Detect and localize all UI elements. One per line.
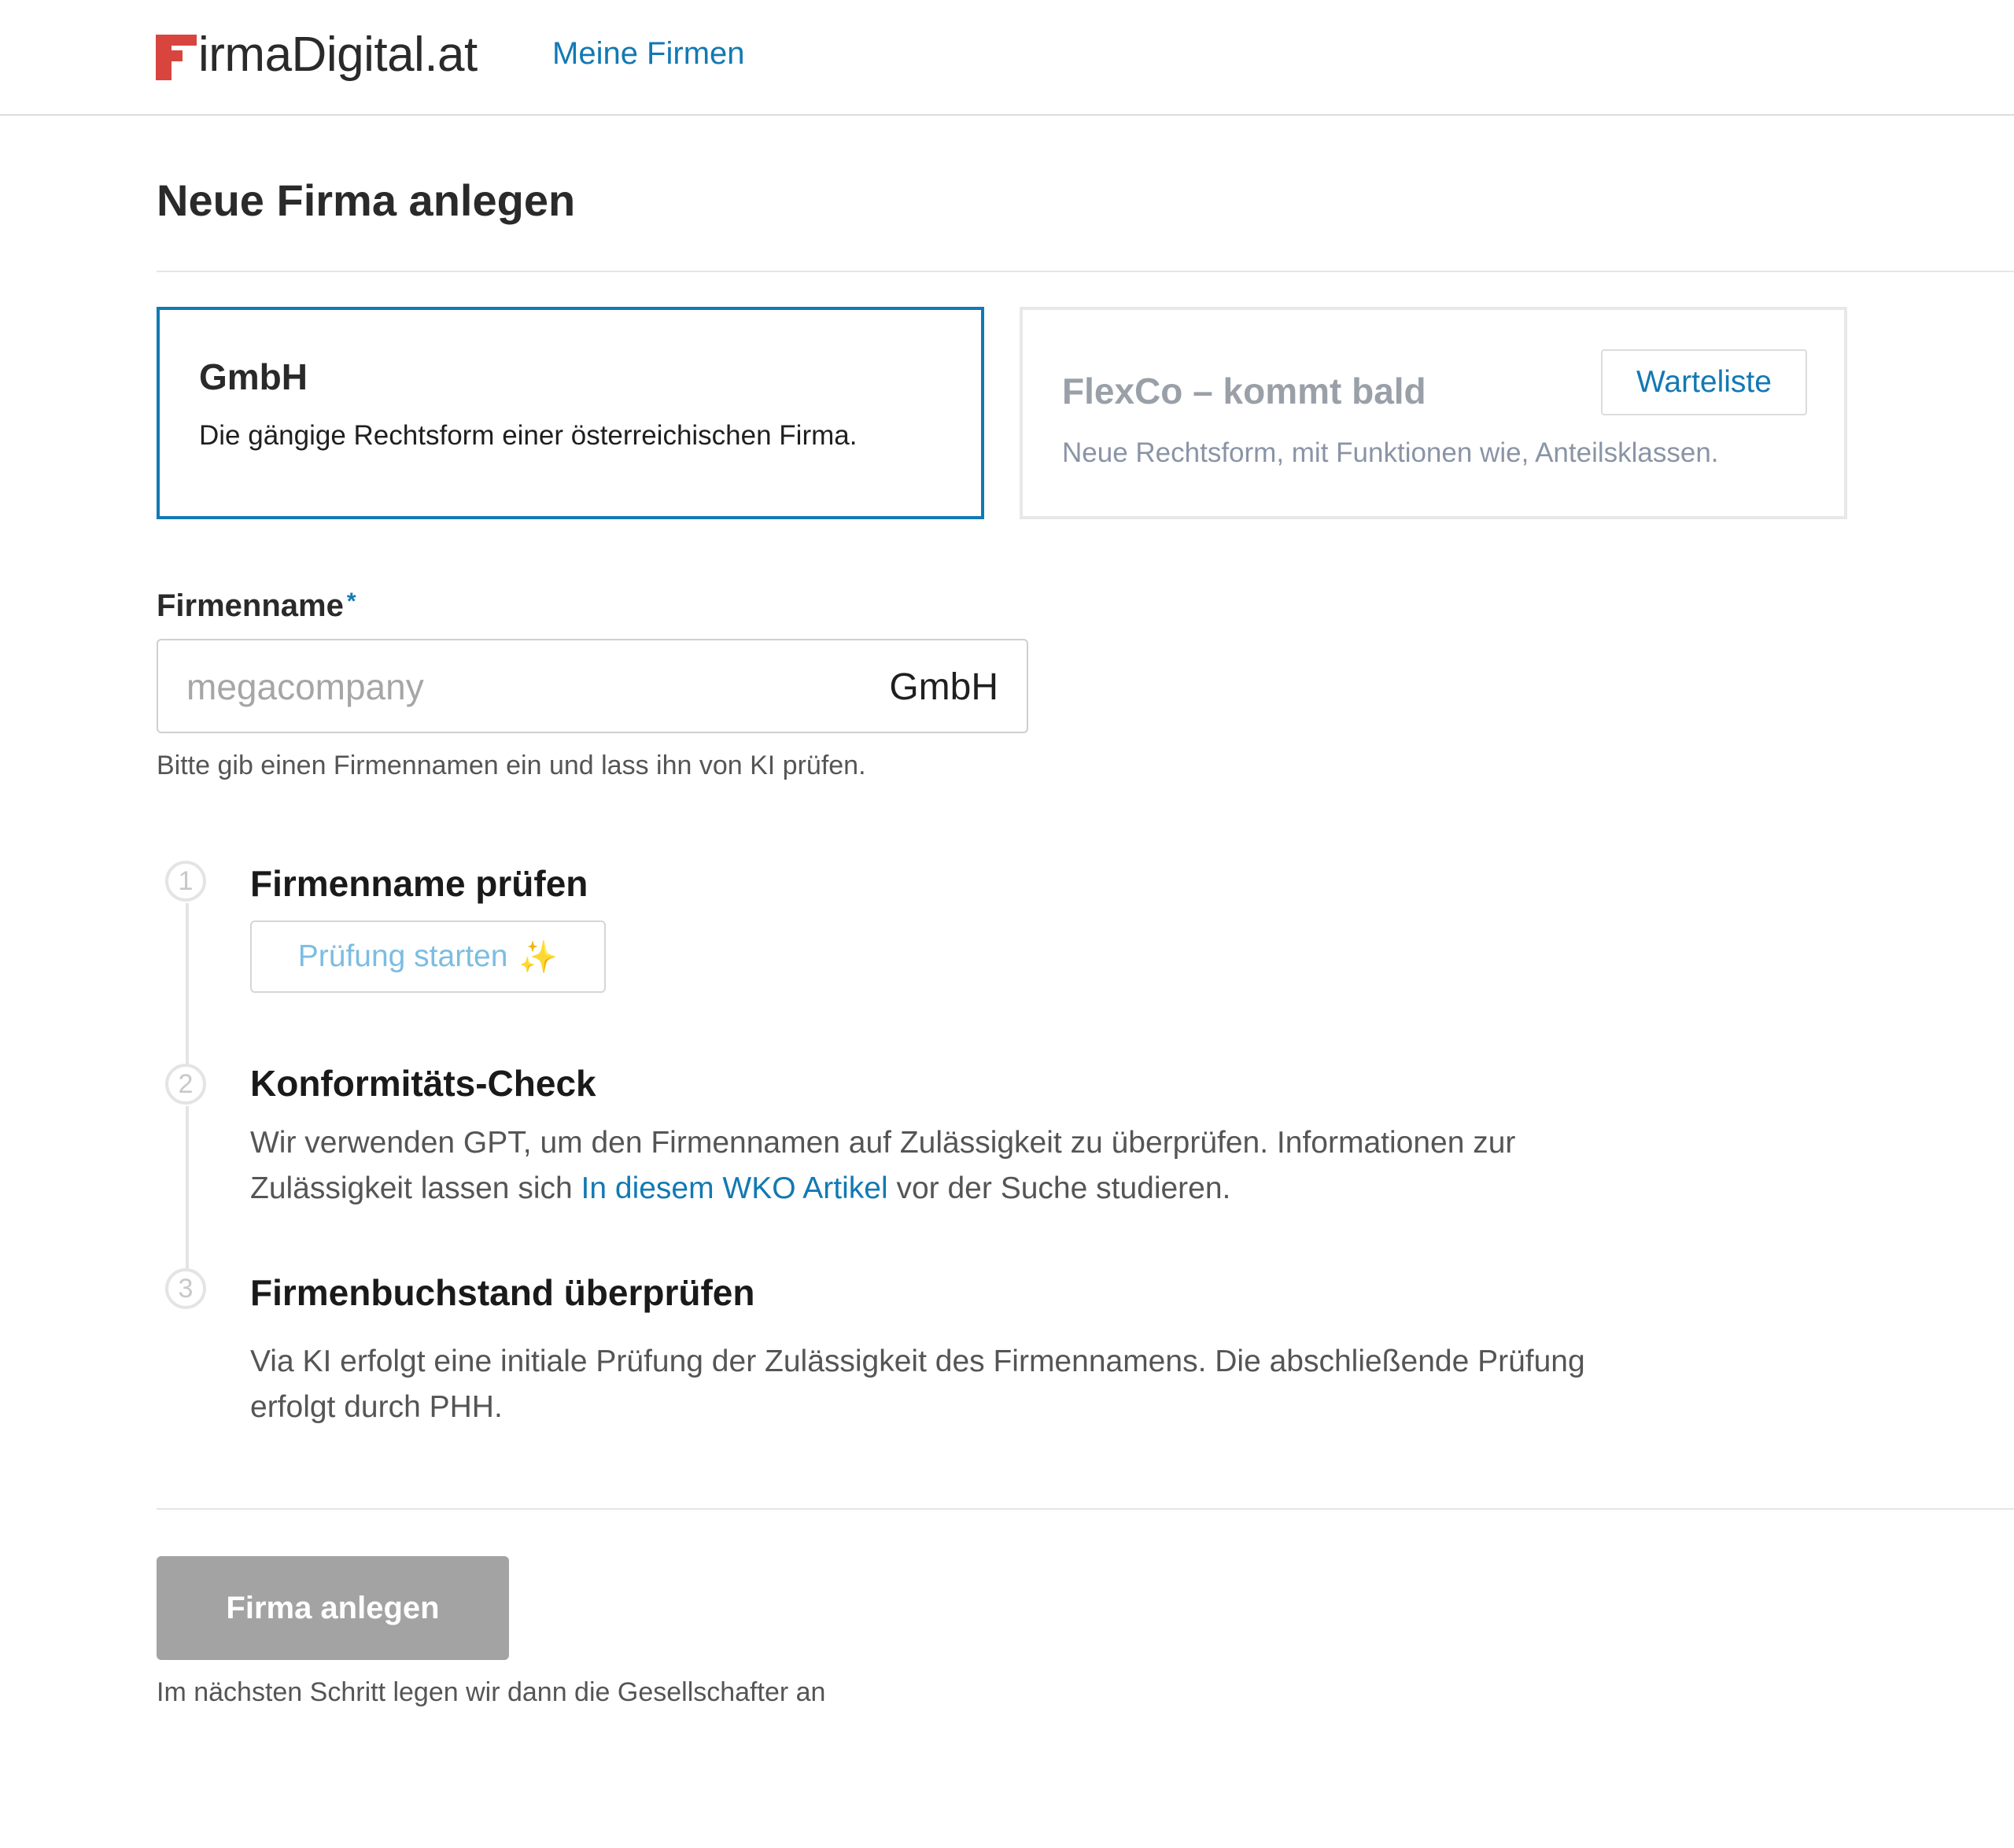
card-title-flexco: FlexCo – kommt bald (1062, 371, 1426, 411)
step-connector-1-2 (186, 903, 189, 1070)
submit-help-text: Im nächsten Schritt legen wir dann die G… (157, 1677, 826, 1707)
title-divider (157, 271, 2014, 272)
step-title-1: Firmenname prüfen (250, 863, 588, 904)
logo-text: irmaDigital.at (198, 28, 478, 82)
sparkles-icon: ✨ (518, 939, 559, 975)
step-text-2-after: vor der Suche studieren. (887, 1171, 1231, 1205)
bottom-divider (157, 1508, 2014, 1510)
company-name-field: GmbH (157, 639, 1028, 733)
legal-form-card-gmbh[interactable]: GmbH Die gängige Rechtsform einer österr… (157, 307, 984, 519)
company-name-label: Firmenname * (157, 588, 356, 624)
company-name-help: Bitte gib einen Firmennamen ein und lass… (157, 751, 866, 780)
step-title-2: Konformitäts-Check (250, 1063, 596, 1104)
legal-form-card-flexco: FlexCo – kommt bald Neue Rechtsform, mit… (1020, 307, 1847, 519)
top-header: irmaDigital.at Meine Firmen (0, 0, 2014, 116)
wko-article-link[interactable]: In diesem WKO Artikel (581, 1171, 888, 1205)
step-title-3: Firmenbuchstand überprüfen (250, 1272, 755, 1313)
nav-link-meine-firmen[interactable]: Meine Firmen (552, 36, 745, 72)
company-name-label-text: Firmenname (157, 588, 344, 623)
step-number-1: 1 (165, 861, 206, 902)
step-text-3: Via KI erfolgt eine initiale Prüfung der… (250, 1345, 1585, 1424)
step-number-3: 3 (165, 1268, 206, 1309)
create-company-button[interactable]: Firma anlegen (157, 1556, 509, 1660)
step-connector-2-3 (186, 1106, 189, 1278)
brand-logo[interactable]: irmaDigital.at (156, 24, 478, 87)
waitlist-button[interactable]: Warteliste (1601, 349, 1807, 415)
step-text-2: Wir verwenden GPT, um den Firmennamen au… (250, 1120, 1588, 1212)
step-number-2: 2 (165, 1064, 206, 1105)
start-check-label: Prüfung starten (297, 939, 508, 973)
card-title-gmbh: GmbH (199, 356, 308, 397)
company-name-input[interactable] (185, 656, 833, 717)
card-description-gmbh: Die gängige Rechtsform einer österreichi… (199, 420, 858, 451)
card-description-flexco: Neue Rechtsform, mit Funktionen wie, Ant… (1062, 437, 1719, 468)
legal-form-suffix: GmbH (889, 666, 998, 708)
firmadigital-logo-icon (156, 30, 197, 80)
start-check-button[interactable]: Prüfung starten ✨ (250, 920, 606, 993)
page-title: Neue Firma anlegen (157, 175, 576, 225)
required-marker: * (346, 588, 356, 614)
